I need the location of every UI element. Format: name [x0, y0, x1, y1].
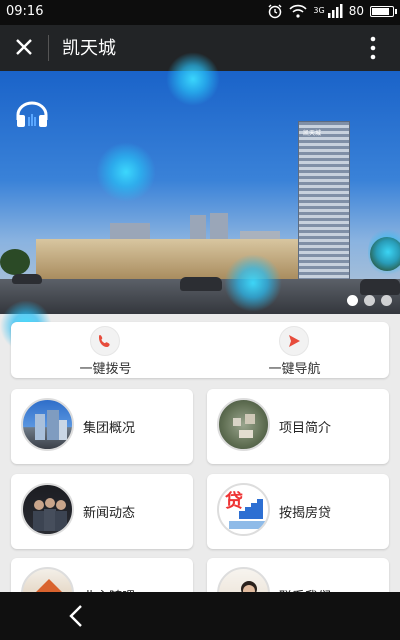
page-title: 凯天城 [62, 38, 116, 59]
alarm-icon [268, 4, 282, 19]
menu-label: 新闻动态 [83, 506, 136, 521]
battery-icon [370, 5, 397, 17]
menu-label: 集团概况 [83, 421, 136, 436]
car [12, 274, 42, 284]
navigate-label: 一键导航 [268, 362, 321, 377]
floating-orb [224, 254, 282, 312]
tower-sign: 凯天城 [303, 130, 322, 137]
floating-orb [166, 52, 220, 106]
carousel-dot[interactable] [364, 295, 375, 306]
wifi-icon [289, 4, 308, 18]
carousel-indicator[interactable] [347, 295, 392, 306]
network-type: 3G [313, 6, 325, 15]
thumbnail-people [21, 483, 74, 536]
thumbnail-loan: 贷 [217, 483, 270, 536]
status-bar: 09:16 3G 80 [0, 0, 400, 25]
battery-level: 80 [348, 4, 364, 18]
menu-label: 项目简介 [279, 421, 332, 436]
close-icon[interactable] [10, 33, 38, 61]
tree [0, 249, 30, 275]
menu-label: 按揭房贷 [279, 506, 332, 521]
back-icon[interactable] [66, 604, 86, 628]
carousel-dot[interactable] [347, 295, 358, 306]
phone-icon [90, 326, 120, 356]
hero-banner[interactable]: 凯天城 [0, 71, 400, 314]
call-button[interactable]: 一键拨号 [11, 322, 200, 378]
car [360, 279, 400, 295]
car [180, 277, 222, 291]
call-label: 一键拨号 [79, 362, 132, 377]
status-icons: 3G 80 [267, 3, 397, 19]
signal-icon [327, 4, 343, 18]
floating-orb [96, 142, 156, 202]
floating-orb [368, 226, 400, 278]
menu-card-mortgage[interactable]: 贷 按揭房贷 [207, 474, 389, 549]
thumbnail-aerial-view [217, 398, 270, 451]
system-nav-bar [0, 592, 400, 640]
navigate-button[interactable]: 一键导航 [200, 322, 389, 378]
navigation-icon [279, 326, 309, 356]
more-vertical-icon[interactable] [370, 35, 376, 61]
thumbnail-buildings [21, 398, 74, 451]
header-divider [48, 35, 49, 61]
quick-actions: 一键拨号 一键导航 [11, 322, 389, 378]
carousel-dot[interactable] [381, 295, 392, 306]
menu-card-group-overview[interactable]: 集团概况 [11, 389, 193, 464]
headphone-icon[interactable] [14, 100, 50, 128]
menu-card-project-intro[interactable]: 项目简介 [207, 389, 389, 464]
menu-card-news[interactable]: 新闻动态 [11, 474, 193, 549]
loan-character: 贷 [225, 491, 243, 512]
status-time: 09:16 [6, 4, 44, 19]
